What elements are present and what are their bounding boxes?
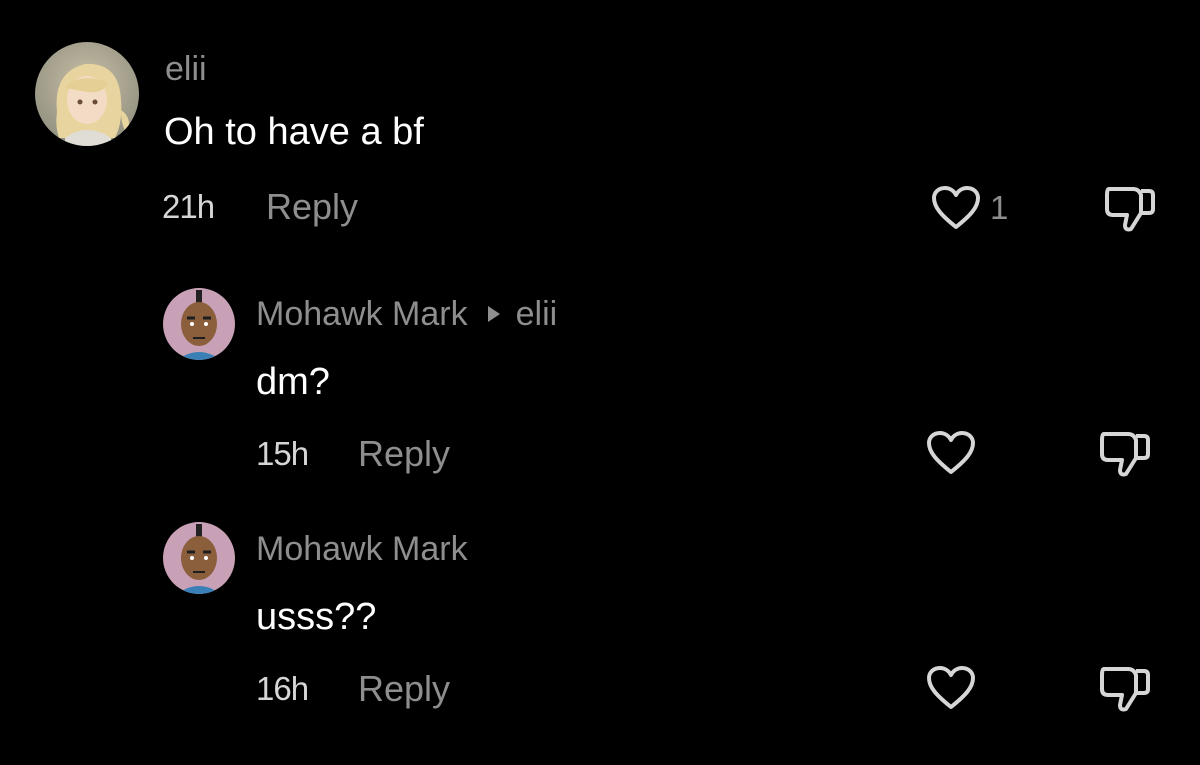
heart-icon [932, 186, 980, 229]
thumbs-down-icon [1105, 187, 1155, 232]
play-arrow-icon [487, 306, 500, 322]
comment-thread: elii Oh to have a bf 21h Reply 1 Mohawk … [0, 0, 1200, 765]
mohawk-man-avatar-image [163, 522, 235, 594]
like-button[interactable] [926, 665, 976, 711]
user-avatar[interactable] [163, 288, 235, 360]
comment-username: Mohawk Mark elii [256, 295, 558, 333]
comment-timestamp: 15h [256, 435, 309, 472]
comment-username[interactable]: elii [165, 52, 207, 86]
heart-icon [927, 666, 975, 709]
like-count: 1 [990, 189, 1009, 226]
comment-timestamp: 21h [162, 188, 215, 225]
reply-button[interactable]: Reply [358, 671, 450, 707]
comment-timestamp: 16h [256, 670, 309, 707]
thumbs-down-icon [1100, 432, 1150, 477]
mohawk-man-avatar-image [163, 288, 235, 360]
comment-text: usss?? [256, 596, 377, 638]
comment-username[interactable]: Mohawk Mark [256, 532, 468, 566]
anime-girl-avatar-image [35, 42, 139, 146]
reply-button[interactable]: Reply [358, 436, 450, 472]
user-avatar[interactable] [163, 522, 235, 594]
like-button[interactable] [926, 430, 976, 476]
comment-text: dm? [256, 361, 330, 403]
dislike-button[interactable] [1103, 183, 1157, 233]
thumbs-down-icon [1100, 667, 1150, 712]
user-avatar[interactable] [35, 42, 139, 146]
dislike-button[interactable] [1098, 663, 1152, 713]
heart-icon [927, 431, 975, 474]
dislike-button[interactable] [1098, 428, 1152, 478]
reply-button[interactable]: Reply [266, 189, 358, 225]
comment-text: Oh to have a bf [164, 111, 424, 153]
like-button[interactable] [931, 185, 981, 231]
